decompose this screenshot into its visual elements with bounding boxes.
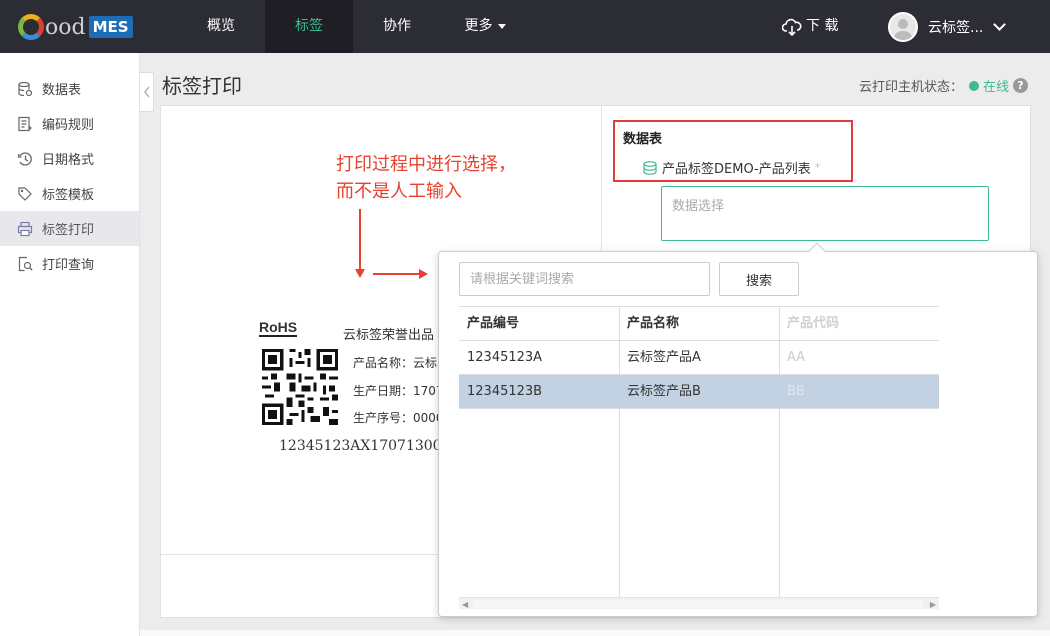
scroll-left-icon[interactable]: ◀ — [462, 600, 468, 609]
sidebar-item-label: 编码规则 — [42, 118, 95, 133]
logo-text: ood — [45, 14, 86, 40]
clock-icon — [16, 150, 34, 168]
sidebar-item-label-print[interactable]: 标签打印 — [0, 211, 139, 246]
main-nav: 概览 标签 协作 更多 — [177, 0, 529, 53]
product-grid: 产品编号 产品名称 产品代码 12345123A 云标签产品A AA 12345… — [459, 306, 939, 609]
datasource-title: 数据表 — [623, 132, 663, 147]
label-brand: 云标签荣誉出品 — [343, 328, 435, 343]
printer-icon — [16, 220, 34, 238]
sidebar-item-datatable[interactable]: 数据表 — [0, 71, 139, 106]
sidebar-item-label-template[interactable]: 标签模板 — [0, 176, 139, 211]
nav-more-label: 更多 — [464, 18, 493, 34]
horizontal-scrollbar[interactable]: ◀ ▶ — [459, 597, 939, 609]
help-icon[interactable]: ? — [1013, 78, 1028, 93]
annotation-text: 打印过程中进行选择， 而不是人工输入 — [336, 151, 516, 205]
cloud-download-icon — [782, 18, 802, 36]
annotation-line-2: 而不是人工输入 — [336, 181, 462, 202]
required-mark: * — [814, 161, 821, 174]
top-navbar: ood MES 概览 标签 协作 更多 下 载 云标签... — [0, 0, 1050, 53]
download-button[interactable]: 下 载 — [782, 0, 838, 53]
column-header-product-no[interactable]: 产品编号 — [459, 307, 619, 341]
label-barcode-text: 12345123AX17071300( — [279, 438, 439, 454]
table-row-selected[interactable]: 12345123B 云标签产品B BB — [459, 375, 939, 409]
sidebar-item-label: 标签打印 — [42, 223, 95, 238]
nav-collaborate[interactable]: 协作 — [353, 0, 441, 53]
logo-badge: MES — [88, 16, 133, 38]
status-dot-icon — [968, 80, 979, 91]
sidebar-item-label: 数据表 — [42, 83, 82, 98]
database-icon — [643, 160, 657, 175]
scroll-right-icon[interactable]: ▶ — [930, 600, 936, 609]
sidebar-item-label: 打印查询 — [42, 258, 95, 273]
label-preview: RoHS 云标签荣誉出品 产品名称：云标 生产日期：1707 生产序号：0000… — [259, 316, 459, 466]
avatar — [888, 12, 918, 42]
divider — [601, 106, 602, 256]
sidebar-item-print-query[interactable]: 打印查询 — [0, 246, 139, 281]
status-value: 在线 — [982, 80, 1009, 95]
sidebar: 数据表 编码规则 日期格式 标签模板 标签打印 打印查询 — [0, 53, 140, 636]
nav-more[interactable]: 更多 — [441, 0, 529, 53]
grid-header-row: 产品编号 产品名称 产品代码 — [459, 307, 939, 341]
nav-labels-label: 标签 — [295, 18, 323, 34]
scrollbar-thumb[interactable] — [473, 600, 923, 608]
cell-product-code: BB — [787, 384, 805, 399]
table-row[interactable]: 12345123A 云标签产品A AA — [459, 341, 939, 375]
logo-g-icon — [18, 14, 44, 40]
rules-icon — [16, 115, 34, 133]
annotation-line-1: 打印过程中进行选择， — [336, 154, 516, 175]
caret-down-icon — [497, 23, 506, 29]
column-header-product-name[interactable]: 产品名称 — [619, 307, 779, 341]
column-header-product-code[interactable]: 产品代码 — [779, 307, 939, 341]
nav-collaborate-label: 协作 — [383, 18, 411, 34]
page-title: 标签打印 — [162, 74, 242, 98]
chevron-left-icon — [143, 86, 150, 98]
cell-product-no: 12345123A — [467, 350, 543, 365]
datasource-item[interactable]: 产品标签DEMO-产品列表 * — [642, 158, 820, 177]
datasource-item-label: 产品标签DEMO-产品列表 — [662, 162, 811, 177]
sidebar-item-date-format[interactable]: 日期格式 — [0, 141, 139, 176]
cell-product-no: 12345123B — [467, 384, 543, 399]
status-label: 云打印主机状态： — [858, 80, 963, 95]
database-icon — [16, 80, 34, 98]
nav-overview[interactable]: 概览 — [177, 0, 265, 53]
annotation-arrow-down-icon — [355, 209, 365, 278]
goodmes-logo[interactable]: ood MES — [18, 12, 133, 42]
cell-product-name: 云标签产品A — [627, 350, 701, 365]
annotation-arrow-right-icon — [373, 269, 428, 279]
sidebar-item-coding-rules[interactable]: 编码规则 — [0, 106, 139, 141]
rohs-mark: RoHS — [259, 319, 298, 337]
user-name: 云标签... — [928, 20, 984, 36]
datasource-highlight: 数据表 产品标签DEMO-产品列表 * — [613, 120, 853, 182]
cell-product-name: 云标签产品B — [627, 384, 701, 399]
search-doc-icon — [16, 255, 34, 273]
keyword-search-input[interactable] — [459, 262, 710, 296]
user-menu[interactable]: 云标签... — [888, 11, 1007, 43]
data-select-field[interactable]: 数据选择 — [661, 186, 989, 241]
chevron-down-icon — [993, 18, 1007, 31]
download-label: 下 载 — [806, 18, 839, 34]
bottom-strip — [140, 630, 1050, 636]
nav-labels[interactable]: 标签 — [265, 0, 353, 53]
search-button[interactable]: 搜索 — [719, 262, 799, 296]
cell-product-code: AA — [787, 350, 806, 365]
nav-overview-label: 概览 — [207, 18, 235, 34]
sidebar-collapse-button[interactable] — [140, 72, 154, 112]
data-select-dropdown: 搜索 产品编号 产品名称 产品代码 12345123A 云标签产品A AA 12… — [438, 242, 1038, 617]
qr-code-icon — [262, 349, 338, 425]
tag-icon — [16, 185, 34, 203]
sidebar-item-label: 日期格式 — [42, 153, 95, 168]
print-host-status: 云打印主机状态： 在线 ? — [859, 76, 1028, 95]
sidebar-item-label: 标签模板 — [42, 188, 95, 203]
